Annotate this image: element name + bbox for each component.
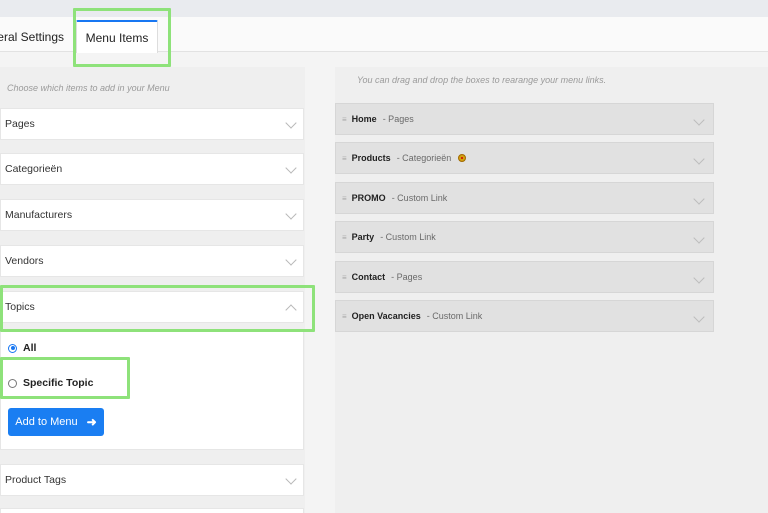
arrow-right-icon: ➜: [86, 415, 97, 429]
tab-general-settings[interactable]: General Settings: [0, 20, 72, 53]
menu-item-type: - Pages: [382, 114, 414, 124]
chevron-down-icon: [285, 208, 297, 220]
section-topics-label: Topics: [5, 301, 35, 313]
drag-handle-icon[interactable]: ≡: [342, 154, 347, 163]
drag-handle-icon[interactable]: ≡: [342, 233, 347, 242]
tab-general-settings-label: General Settings: [0, 29, 64, 44]
section-product-tags-label: Product Tags: [5, 474, 67, 486]
menu-item-type: - Categorieën: [396, 153, 452, 163]
menu-item-title: Products: [351, 153, 391, 163]
chevron-down-icon[interactable]: [693, 193, 705, 205]
radio-specific-topic[interactable]: Specific Topic: [8, 377, 93, 389]
menu-item-type: - Pages: [391, 272, 423, 282]
chevron-down-icon[interactable]: [693, 272, 705, 284]
chevron-up-icon: [285, 304, 297, 316]
menu-item-title: Party: [351, 232, 375, 242]
chevron-down-icon: [285, 254, 297, 266]
warning-icon: [458, 154, 467, 162]
chevron-down-icon[interactable]: [693, 114, 705, 126]
radio-specific-topic-input[interactable]: [8, 378, 17, 388]
menu-item-title: Home: [351, 114, 377, 124]
menu-item-party[interactable]: ≡ Party - Custom Link: [335, 221, 714, 253]
menu-item-title: Open Vacancies: [351, 311, 421, 321]
radio-all-input[interactable]: [8, 343, 17, 353]
add-to-menu-label: Add to Menu: [15, 416, 78, 428]
menu-item-products[interactable]: ≡ Products - Categorieën: [335, 142, 714, 174]
chevron-down-icon: [285, 117, 297, 129]
section-product-tags[interactable]: Product Tags: [0, 464, 304, 496]
radio-specific-topic-label: Specific Topic: [23, 377, 94, 389]
radio-all[interactable]: All: [8, 342, 36, 354]
section-manufacturers[interactable]: Manufacturers: [0, 199, 304, 231]
drag-handle-icon[interactable]: ≡: [342, 115, 347, 124]
section-pages-label: Pages: [5, 118, 35, 130]
chevron-down-icon[interactable]: [693, 311, 705, 323]
add-to-menu-button[interactable]: Add to Menu ➜: [8, 408, 104, 436]
tab-menu-items[interactable]: Menu Items: [76, 20, 158, 53]
top-bar: [0, 0, 768, 17]
menu-item-open-vacancies[interactable]: ≡ Open Vacancies - Custom Link: [335, 300, 714, 332]
drag-handle-icon[interactable]: ≡: [342, 194, 347, 203]
drag-handle-icon[interactable]: ≡: [342, 273, 347, 282]
menu-item-type: - Custom Link: [391, 193, 448, 203]
left-hint: Choose which items to add in your Menu: [7, 83, 170, 93]
radio-all-label: All: [23, 342, 37, 354]
section-manufacturers-label: Manufacturers: [5, 209, 73, 221]
tab-bar: General Settings Menu Items: [0, 17, 768, 53]
menu-item-title: Contact: [351, 272, 386, 282]
chevron-down-icon[interactable]: [693, 153, 705, 165]
section-pages[interactable]: Pages: [0, 108, 304, 140]
chevron-down-icon[interactable]: [693, 232, 705, 244]
menu-item-contact[interactable]: ≡ Contact - Pages: [335, 261, 714, 293]
menu-item-title: PROMO: [351, 193, 386, 203]
menu-item-promo[interactable]: ≡ PROMO - Custom Link: [335, 182, 714, 214]
menu-item-home[interactable]: ≡ Home - Pages: [335, 103, 714, 135]
menu-item-type: - Custom Link: [426, 311, 483, 321]
right-hint: You can drag and drop the boxes to reara…: [357, 75, 607, 85]
chevron-down-icon: [285, 473, 297, 485]
section-vendors[interactable]: Vendors: [0, 245, 304, 277]
section-next-partial: [0, 508, 304, 513]
section-categories-label: Categorieën: [5, 163, 63, 175]
section-categories[interactable]: Categorieën: [0, 153, 304, 185]
section-vendors-label: Vendors: [5, 255, 44, 267]
menu-item-type: - Custom Link: [380, 232, 436, 242]
drag-handle-icon[interactable]: ≡: [342, 312, 347, 321]
tab-menu-items-label: Menu Items: [85, 30, 149, 45]
chevron-down-icon: [285, 162, 297, 174]
section-topics[interactable]: Topics: [0, 291, 304, 323]
